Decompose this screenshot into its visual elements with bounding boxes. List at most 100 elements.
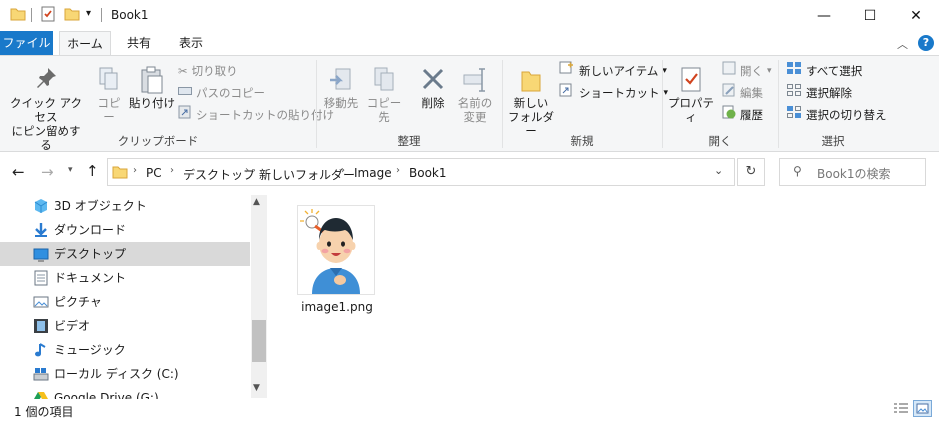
new-item-button[interactable]: 新しいアイテム ▾ <box>559 61 667 81</box>
nav-item-label: 3D オブジェクト <box>54 199 147 213</box>
new-folder-quick-icon[interactable] <box>64 6 80 22</box>
rename-button[interactable]: 名前の 変更 <box>455 66 495 124</box>
nav-item-local-disk[interactable]: ローカル ディスク (C:) <box>0 362 250 386</box>
up-arrow-icon[interactable]: ↑ <box>86 162 99 180</box>
nav-item-documents[interactable]: ドキュメント <box>0 266 250 290</box>
invert-selection-button[interactable]: 選択の切り替え <box>786 105 887 125</box>
videos-icon <box>33 318 49 334</box>
scroll-up-icon[interactable]: ▲ <box>253 197 260 207</box>
rename-label-line1: 名前の <box>457 96 493 110</box>
help-icon[interactable]: ? <box>918 35 934 51</box>
move-to-icon <box>321 66 361 96</box>
select-all-icon <box>786 61 802 81</box>
nav-item-label: ダウンロード <box>54 223 127 237</box>
shortcut-label: ショートカット <box>579 86 660 100</box>
nav-item-google-drive[interactable]: Google Drive (G:) <box>0 386 250 399</box>
nav-item-pictures[interactable]: ピクチャ <box>0 290 250 314</box>
folder-icon <box>112 164 128 183</box>
nav-item-3d-objects[interactable]: 3D オブジェクト <box>0 194 250 218</box>
nav-item-label: Google Drive (G:) <box>54 391 159 399</box>
tab-share[interactable]: 共有 <box>116 31 162 55</box>
paste-shortcut-label: ショートカットの貼り付け <box>196 108 334 122</box>
paste-button[interactable]: 貼り付け <box>129 66 175 110</box>
back-arrow-icon[interactable]: ← <box>12 163 25 181</box>
paste-shortcut-button[interactable]: ショートカットの貼り付け <box>178 105 334 125</box>
nav-item-desktop[interactable]: デスクトップ <box>0 242 250 266</box>
cut-label: 切り取り <box>191 64 238 78</box>
open-button[interactable]: 開く ▾ <box>722 61 772 81</box>
breadcrumb-image[interactable]: Image <box>354 166 392 180</box>
edit-button[interactable]: 編集 <box>722 83 763 103</box>
delete-icon <box>417 66 449 96</box>
pin-icon <box>6 66 86 96</box>
cut-button[interactable]: ✂ 切り取り <box>178 61 238 81</box>
tab-home[interactable]: ホーム <box>59 31 111 55</box>
properties-quick-icon[interactable] <box>40 6 56 22</box>
copy-icon <box>92 66 126 96</box>
scrollbar-thumb[interactable] <box>252 320 266 362</box>
copy-button[interactable]: コピー <box>92 66 126 124</box>
move-to-button[interactable]: 移動先 <box>321 66 361 110</box>
desktop-icon <box>33 246 49 262</box>
copy-path-icon <box>178 83 192 103</box>
large-icons-view-icon[interactable] <box>913 400 932 417</box>
breadcrumb-separator-icon[interactable]: › <box>170 165 174 176</box>
address-dropdown-icon[interactable]: ⌄ <box>714 164 723 177</box>
3d-objects-icon <box>33 198 49 214</box>
collapse-ribbon-icon[interactable]: ︿ <box>897 36 908 52</box>
select-all-button[interactable]: すべて選択 <box>786 61 862 81</box>
paste-icon <box>129 66 175 96</box>
delete-label: 削除 <box>421 96 445 110</box>
file-name[interactable]: image1.png <box>297 300 377 314</box>
close-button[interactable]: ✕ <box>893 0 939 31</box>
forward-arrow-icon[interactable]: → <box>41 163 54 181</box>
image-thumbnail <box>300 209 360 294</box>
new-item-label: 新しいアイテム <box>579 64 659 78</box>
breadcrumb-pc[interactable]: PC <box>146 166 162 180</box>
breadcrumb-separator-icon[interactable]: › <box>133 165 137 176</box>
select-none-label: 選択解除 <box>806 86 852 100</box>
details-view-icon[interactable] <box>893 402 909 419</box>
paste-label: 貼り付け <box>129 96 175 110</box>
nav-item-label: ピクチャ <box>54 295 102 309</box>
tab-view[interactable]: 表示 <box>168 31 214 55</box>
nav-item-downloads[interactable]: ダウンロード <box>0 218 250 242</box>
dropdown-arrow-icon: ▾ <box>767 66 772 76</box>
breadcrumb-separator-icon[interactable]: › <box>341 165 345 176</box>
open-icon <box>722 61 736 81</box>
paste-shortcut-icon <box>178 105 192 125</box>
copy-path-label: パスのコピー <box>196 86 265 100</box>
copy-to-button[interactable]: コピー先 <box>363 66 405 124</box>
file-thumbnail[interactable] <box>297 205 375 295</box>
nav-item-videos[interactable]: ビデオ <box>0 314 250 338</box>
shortcut-icon <box>559 83 575 103</box>
breadcrumb-book1[interactable]: Book1 <box>409 166 447 180</box>
breadcrumb-separator-icon[interactable]: › <box>396 165 400 176</box>
easy-access-button[interactable]: ショートカット ▾ <box>559 83 668 103</box>
delete-button[interactable]: 削除 <box>417 66 449 110</box>
nav-clip: Google Drive (G:) <box>0 386 250 399</box>
downloads-icon <box>33 222 49 238</box>
properties-button[interactable]: プロパティ <box>666 66 716 124</box>
status-bar <box>0 399 939 422</box>
maximize-button[interactable]: ☐ <box>847 0 893 31</box>
nav-item-label: ミュージック <box>54 343 126 357</box>
nav-scrollbar[interactable] <box>251 195 267 398</box>
new-folder-button[interactable]: 新しい フォルダー <box>506 66 556 138</box>
copy-path-button[interactable]: パスのコピー <box>178 83 265 103</box>
history-button[interactable]: 履歴 <box>722 105 763 125</box>
recent-locations-icon[interactable]: ▾ <box>68 165 73 175</box>
invert-selection-label: 選択の切り替え <box>806 108 887 122</box>
nav-item-music[interactable]: ミュージック <box>0 338 250 362</box>
select-none-button[interactable]: 選択解除 <box>786 83 852 103</box>
customize-qat-icon[interactable]: ▾ <box>86 8 91 19</box>
breadcrumb-separator-icon[interactable]: › <box>245 165 249 176</box>
new-folder-label-line1: 新しい <box>513 96 549 110</box>
refresh-icon[interactable]: ↻ <box>737 158 765 186</box>
properties-icon <box>666 66 716 96</box>
tab-file[interactable]: ファイル <box>0 31 53 55</box>
minimize-button[interactable]: — <box>801 0 847 31</box>
scroll-down-icon[interactable]: ▼ <box>253 383 260 393</box>
search-input-placeholder[interactable]: Book1の検索 <box>817 165 891 182</box>
move-to-label: 移動先 <box>323 96 359 110</box>
